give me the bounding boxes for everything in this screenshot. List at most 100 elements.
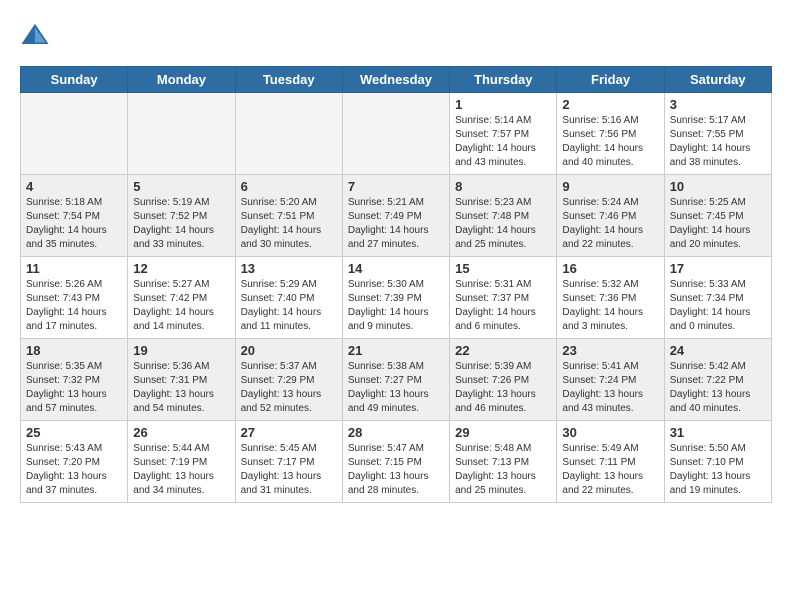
- day-info: Sunrise: 5:30 AM Sunset: 7:39 PM Dayligh…: [348, 278, 444, 334]
- day-info: Sunrise: 5:16 AM Sunset: 7:56 PM Dayligh…: [562, 114, 658, 170]
- calendar-cell: 30 Sunrise: 5:49 AM Sunset: 7:11 PM Dayli…: [557, 421, 664, 503]
- day-number: 17: [670, 261, 766, 276]
- calendar-cell: [235, 93, 342, 175]
- calendar-cell: 24Sunrise: 5:42 AM Sunset: 7:22 PM Dayli…: [664, 339, 771, 421]
- calendar-cell: 21 Sunrise: 5:38 AM Sunset: 7:27 PM Dayli…: [342, 339, 449, 421]
- day-info: Sunrise: 5:33 AM Sunset: 7:34 PM Dayligh…: [670, 278, 766, 334]
- weekday-header-saturday: Saturday: [664, 67, 771, 93]
- calendar-week-2: 4 Sunrise: 5:18 AM Sunset: 7:54 PM Daylig…: [21, 175, 772, 257]
- day-number: 22: [455, 343, 551, 358]
- calendar-cell: 22 Sunrise: 5:39 AM Sunset: 7:26 PM Dayli…: [450, 339, 557, 421]
- day-number: 24: [670, 343, 766, 358]
- day-info: Sunrise: 5:39 AM Sunset: 7:26 PM Dayligh…: [455, 360, 551, 416]
- day-info: Sunrise: 5:32 AM Sunset: 7:36 PM Dayligh…: [562, 278, 658, 334]
- day-number: 1: [455, 97, 551, 112]
- day-number: 10: [670, 179, 766, 194]
- day-info: Sunrise: 5:37 AM Sunset: 7:29 PM Dayligh…: [241, 360, 337, 416]
- day-info: Sunrise: 5:27 AM Sunset: 7:42 PM Dayligh…: [133, 278, 229, 334]
- day-info: Sunrise: 5:48 AM Sunset: 7:13 PM Dayligh…: [455, 442, 551, 498]
- calendar-cell: 27 Sunrise: 5:45 AM Sunset: 7:17 PM Dayli…: [235, 421, 342, 503]
- weekday-header-sunday: Sunday: [21, 67, 128, 93]
- day-number: 18: [26, 343, 122, 358]
- day-info: Sunrise: 5:23 AM Sunset: 7:48 PM Dayligh…: [455, 196, 551, 252]
- calendar-cell: 8 Sunrise: 5:23 AM Sunset: 7:48 PM Daylig…: [450, 175, 557, 257]
- calendar-table: SundayMondayTuesdayWednesdayThursdayFrid…: [20, 66, 772, 503]
- calendar-cell: 5 Sunrise: 5:19 AM Sunset: 7:52 PM Daylig…: [128, 175, 235, 257]
- day-info: Sunrise: 5:36 AM Sunset: 7:31 PM Dayligh…: [133, 360, 229, 416]
- calendar-cell: 1Sunrise: 5:14 AM Sunset: 7:57 PM Daylig…: [450, 93, 557, 175]
- calendar-cell: 26 Sunrise: 5:44 AM Sunset: 7:19 PM Dayli…: [128, 421, 235, 503]
- day-info: Sunrise: 5:31 AM Sunset: 7:37 PM Dayligh…: [455, 278, 551, 334]
- day-info: Sunrise: 5:21 AM Sunset: 7:49 PM Dayligh…: [348, 196, 444, 252]
- calendar-cell: 12 Sunrise: 5:27 AM Sunset: 7:42 PM Dayli…: [128, 257, 235, 339]
- calendar-week-4: 18 Sunrise: 5:35 AM Sunset: 7:32 PM Dayli…: [21, 339, 772, 421]
- day-info: Sunrise: 5:44 AM Sunset: 7:19 PM Dayligh…: [133, 442, 229, 498]
- calendar-cell: 7 Sunrise: 5:21 AM Sunset: 7:49 PM Daylig…: [342, 175, 449, 257]
- calendar-cell: 15 Sunrise: 5:31 AM Sunset: 7:37 PM Dayli…: [450, 257, 557, 339]
- day-info: Sunrise: 5:50 AM Sunset: 7:10 PM Dayligh…: [670, 442, 766, 498]
- day-number: 25: [26, 425, 122, 440]
- calendar-cell: 16 Sunrise: 5:32 AM Sunset: 7:36 PM Dayli…: [557, 257, 664, 339]
- day-number: 27: [241, 425, 337, 440]
- calendar-cell: [21, 93, 128, 175]
- day-number: 3: [670, 97, 766, 112]
- calendar-cell: 2 Sunrise: 5:16 AM Sunset: 7:56 PM Daylig…: [557, 93, 664, 175]
- day-info: Sunrise: 5:43 AM Sunset: 7:20 PM Dayligh…: [26, 442, 122, 498]
- calendar-cell: 9Sunrise: 5:24 AM Sunset: 7:46 PM Daylig…: [557, 175, 664, 257]
- calendar-week-1: 1Sunrise: 5:14 AM Sunset: 7:57 PM Daylig…: [21, 93, 772, 175]
- calendar-cell: 11Sunrise: 5:26 AM Sunset: 7:43 PM Dayli…: [21, 257, 128, 339]
- day-number: 29: [455, 425, 551, 440]
- calendar-cell: 4 Sunrise: 5:18 AM Sunset: 7:54 PM Daylig…: [21, 175, 128, 257]
- day-info: Sunrise: 5:19 AM Sunset: 7:52 PM Dayligh…: [133, 196, 229, 252]
- day-number: 6: [241, 179, 337, 194]
- day-info: Sunrise: 5:38 AM Sunset: 7:27 PM Dayligh…: [348, 360, 444, 416]
- calendar-cell: 18 Sunrise: 5:35 AM Sunset: 7:32 PM Dayli…: [21, 339, 128, 421]
- calendar-cell: 31 Sunrise: 5:50 AM Sunset: 7:10 PM Dayli…: [664, 421, 771, 503]
- day-number: 21: [348, 343, 444, 358]
- calendar-cell: 20 Sunrise: 5:37 AM Sunset: 7:29 PM Dayli…: [235, 339, 342, 421]
- day-number: 8: [455, 179, 551, 194]
- weekday-header-thursday: Thursday: [450, 67, 557, 93]
- page-header: [20, 20, 772, 50]
- day-number: 13: [241, 261, 337, 276]
- day-number: 15: [455, 261, 551, 276]
- day-number: 4: [26, 179, 122, 194]
- day-info: Sunrise: 5:25 AM Sunset: 7:45 PM Dayligh…: [670, 196, 766, 252]
- weekday-header-friday: Friday: [557, 67, 664, 93]
- day-info: Sunrise: 5:35 AM Sunset: 7:32 PM Dayligh…: [26, 360, 122, 416]
- day-number: 20: [241, 343, 337, 358]
- day-number: 11: [26, 261, 122, 276]
- day-info: Sunrise: 5:41 AM Sunset: 7:24 PM Dayligh…: [562, 360, 658, 416]
- day-info: Sunrise: 5:45 AM Sunset: 7:17 PM Dayligh…: [241, 442, 337, 498]
- day-number: 23: [562, 343, 658, 358]
- day-number: 12: [133, 261, 229, 276]
- calendar-cell: 17 Sunrise: 5:33 AM Sunset: 7:34 PM Dayli…: [664, 257, 771, 339]
- day-info: Sunrise: 5:18 AM Sunset: 7:54 PM Dayligh…: [26, 196, 122, 252]
- weekday-header-row: SundayMondayTuesdayWednesdayThursdayFrid…: [21, 67, 772, 93]
- calendar-cell: 29 Sunrise: 5:48 AM Sunset: 7:13 PM Dayli…: [450, 421, 557, 503]
- weekday-header-monday: Monday: [128, 67, 235, 93]
- day-number: 31: [670, 425, 766, 440]
- day-number: 7: [348, 179, 444, 194]
- day-number: 30: [562, 425, 658, 440]
- day-info: Sunrise: 5:29 AM Sunset: 7:40 PM Dayligh…: [241, 278, 337, 334]
- day-number: 2: [562, 97, 658, 112]
- day-number: 16: [562, 261, 658, 276]
- logo: [20, 20, 54, 50]
- day-info: Sunrise: 5:20 AM Sunset: 7:51 PM Dayligh…: [241, 196, 337, 252]
- day-info: Sunrise: 5:49 AM Sunset: 7:11 PM Dayligh…: [562, 442, 658, 498]
- calendar-cell: 10 Sunrise: 5:25 AM Sunset: 7:45 PM Dayli…: [664, 175, 771, 257]
- day-info: Sunrise: 5:17 AM Sunset: 7:55 PM Dayligh…: [670, 114, 766, 170]
- calendar-week-3: 11Sunrise: 5:26 AM Sunset: 7:43 PM Dayli…: [21, 257, 772, 339]
- day-number: 14: [348, 261, 444, 276]
- day-info: Sunrise: 5:24 AM Sunset: 7:46 PM Dayligh…: [562, 196, 658, 252]
- day-number: 28: [348, 425, 444, 440]
- day-number: 5: [133, 179, 229, 194]
- logo-icon: [20, 20, 50, 50]
- calendar-cell: 23 Sunrise: 5:41 AM Sunset: 7:24 PM Dayli…: [557, 339, 664, 421]
- calendar-cell: 28 Sunrise: 5:47 AM Sunset: 7:15 PM Dayli…: [342, 421, 449, 503]
- day-number: 26: [133, 425, 229, 440]
- weekday-header-wednesday: Wednesday: [342, 67, 449, 93]
- weekday-header-tuesday: Tuesday: [235, 67, 342, 93]
- day-info: Sunrise: 5:47 AM Sunset: 7:15 PM Dayligh…: [348, 442, 444, 498]
